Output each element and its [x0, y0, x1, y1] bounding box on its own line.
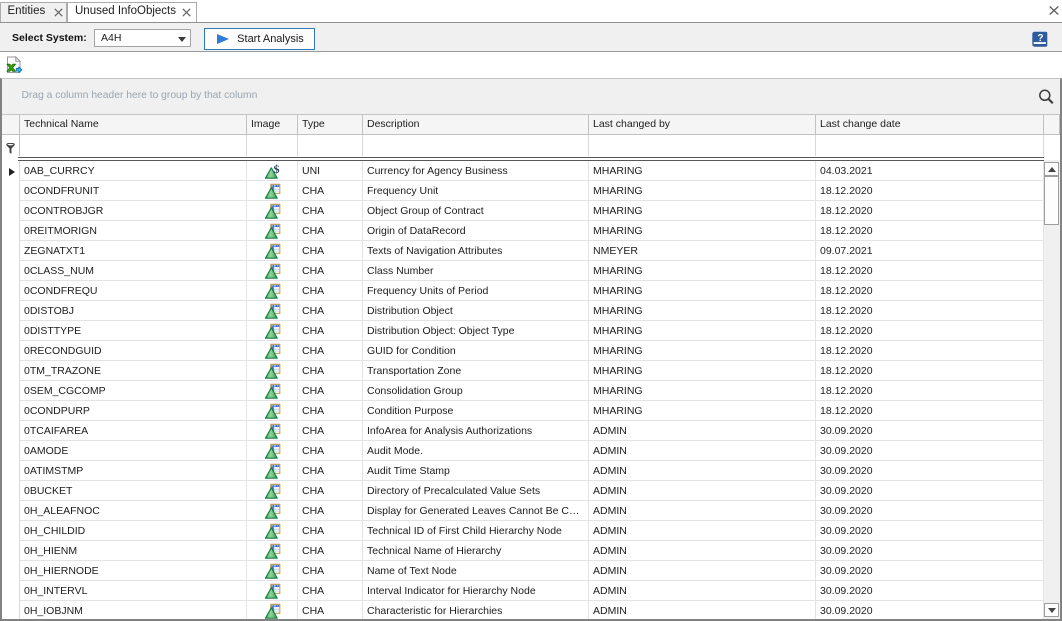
svg-text:?: ? — [1037, 33, 1043, 44]
svg-text:$: $ — [273, 162, 279, 176]
